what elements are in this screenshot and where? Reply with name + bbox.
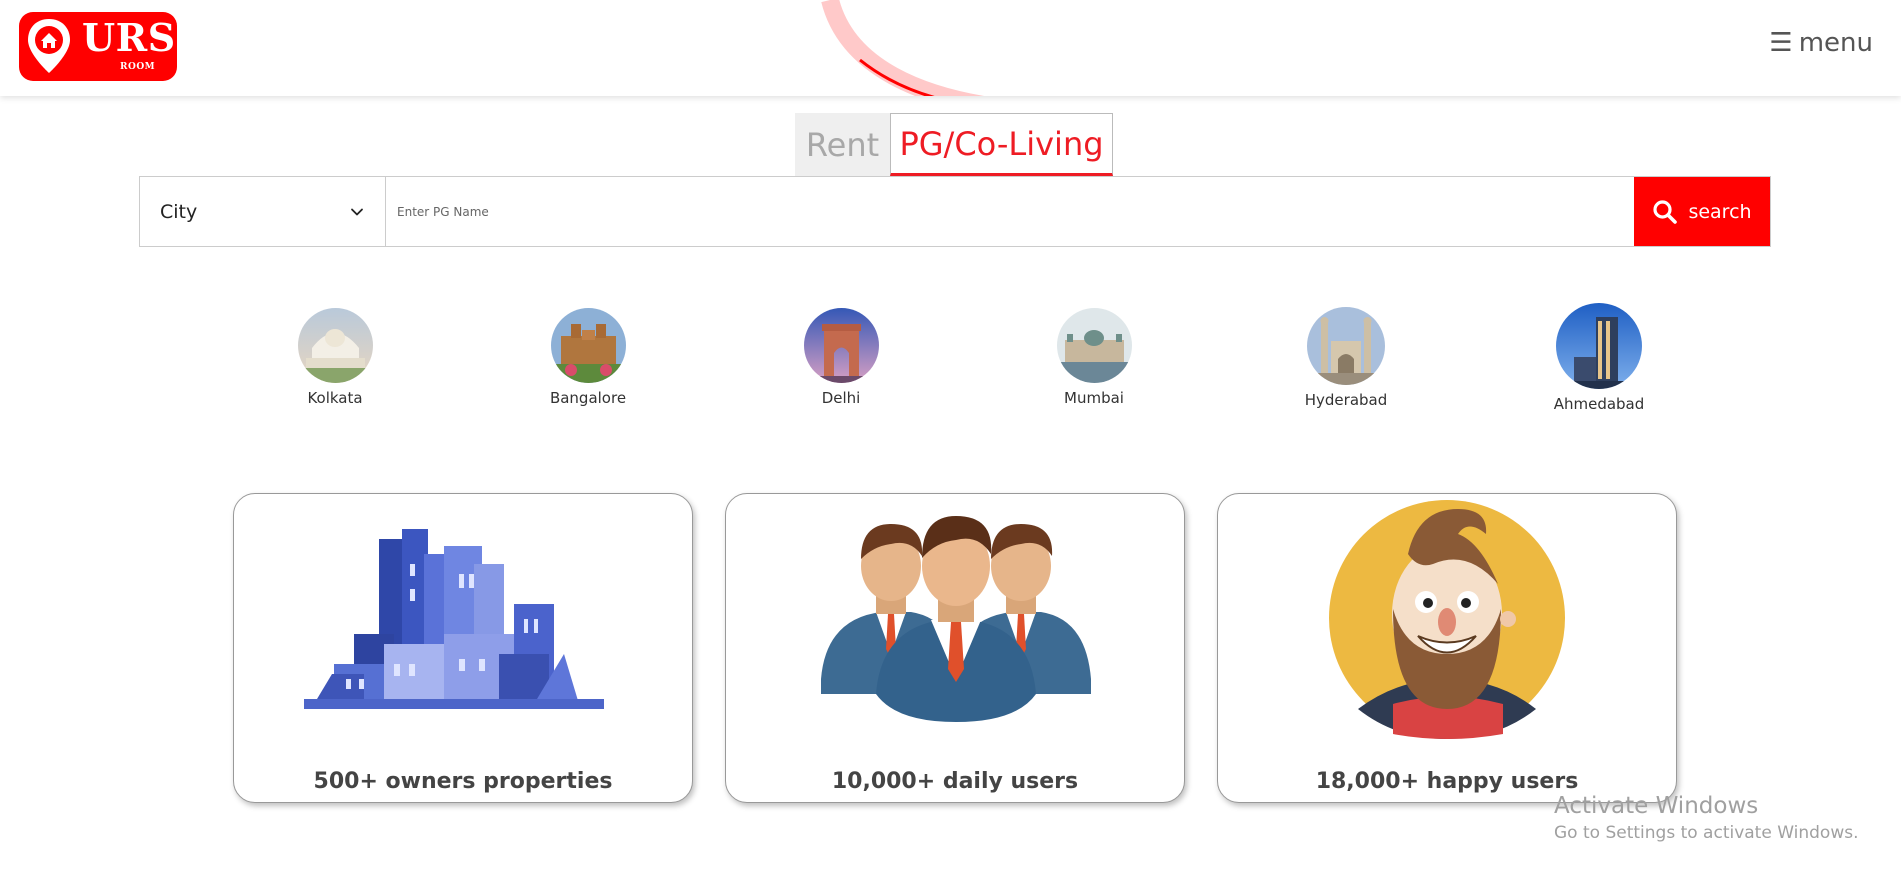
pg-name-search-input[interactable] — [386, 177, 1634, 246]
city-mumbai[interactable]: Mumbai — [1024, 308, 1164, 407]
ahmedabad-image — [1556, 303, 1642, 389]
chevron-down-icon — [351, 208, 363, 215]
buildings-illustration — [304, 529, 604, 709]
tab-pg-co-living[interactable]: PG/Co-Living — [890, 113, 1113, 176]
city-label: Hyderabad — [1304, 391, 1388, 409]
city-delhi[interactable]: Delhi — [771, 308, 911, 407]
city-bangalore[interactable]: Bangalore — [518, 308, 658, 407]
kolkata-image — [297, 308, 373, 383]
listing-type-tabs: Rent PG/Co-Living — [795, 113, 1113, 176]
city-select[interactable]: City — [140, 177, 386, 246]
users-group-illustration — [821, 516, 1091, 722]
hyderabad-image — [1307, 307, 1385, 385]
windows-activation-watermark: Activate Windows Go to Settings to activ… — [1554, 793, 1859, 843]
city-kolkata[interactable]: Kolkata — [265, 308, 405, 407]
search-button[interactable]: search — [1634, 177, 1770, 246]
logo-text: URS — [82, 15, 176, 60]
delhi-image — [803, 308, 879, 383]
tab-rent[interactable]: Rent — [795, 113, 890, 176]
city-ahmedabad[interactable]: Ahmedabad — [1529, 303, 1669, 413]
bangalore-image — [550, 308, 626, 383]
decorative-swoosh — [821, 0, 985, 96]
city-hyderabad[interactable]: Hyderabad — [1276, 307, 1416, 409]
stat-card-happy-users: 18,000+ happy users — [1217, 493, 1677, 803]
hamburger-icon: ☰ — [1769, 28, 1793, 58]
mumbai-image — [1056, 308, 1132, 383]
stat-label: 500+ owners properties — [313, 769, 613, 794]
location-pin-icon — [28, 19, 70, 73]
search-icon — [1653, 199, 1678, 224]
watermark-title: Activate Windows — [1554, 793, 1759, 819]
stat-card-daily-users: 10,000+ daily users — [725, 493, 1185, 803]
search-button-label: search — [1688, 200, 1752, 223]
stat-card-properties: 500+ owners properties — [233, 493, 693, 803]
happy-face-illustration — [1329, 500, 1565, 739]
site-logo[interactable]: URS ROOM — [19, 12, 177, 81]
search-bar: City search — [139, 176, 1771, 247]
city-label: Ahmedabad — [1553, 395, 1645, 413]
stat-label: 18,000+ happy users — [1315, 769, 1579, 794]
stat-label: 10,000+ daily users — [831, 769, 1079, 794]
logo-subtext: ROOM — [120, 62, 156, 72]
city-label: Kolkata — [307, 389, 363, 407]
city-label: Mumbai — [1064, 389, 1124, 407]
city-label: Bangalore — [549, 389, 627, 407]
site-header: URS ROOM ☰ menu — [0, 0, 1901, 96]
city-select-value: City — [160, 200, 198, 223]
city-label: Delhi — [821, 389, 861, 407]
menu-label: menu — [1798, 28, 1873, 58]
watermark-subtitle: Go to Settings to activate Windows. — [1554, 823, 1859, 843]
menu-button[interactable]: ☰ menu — [1769, 28, 1873, 58]
